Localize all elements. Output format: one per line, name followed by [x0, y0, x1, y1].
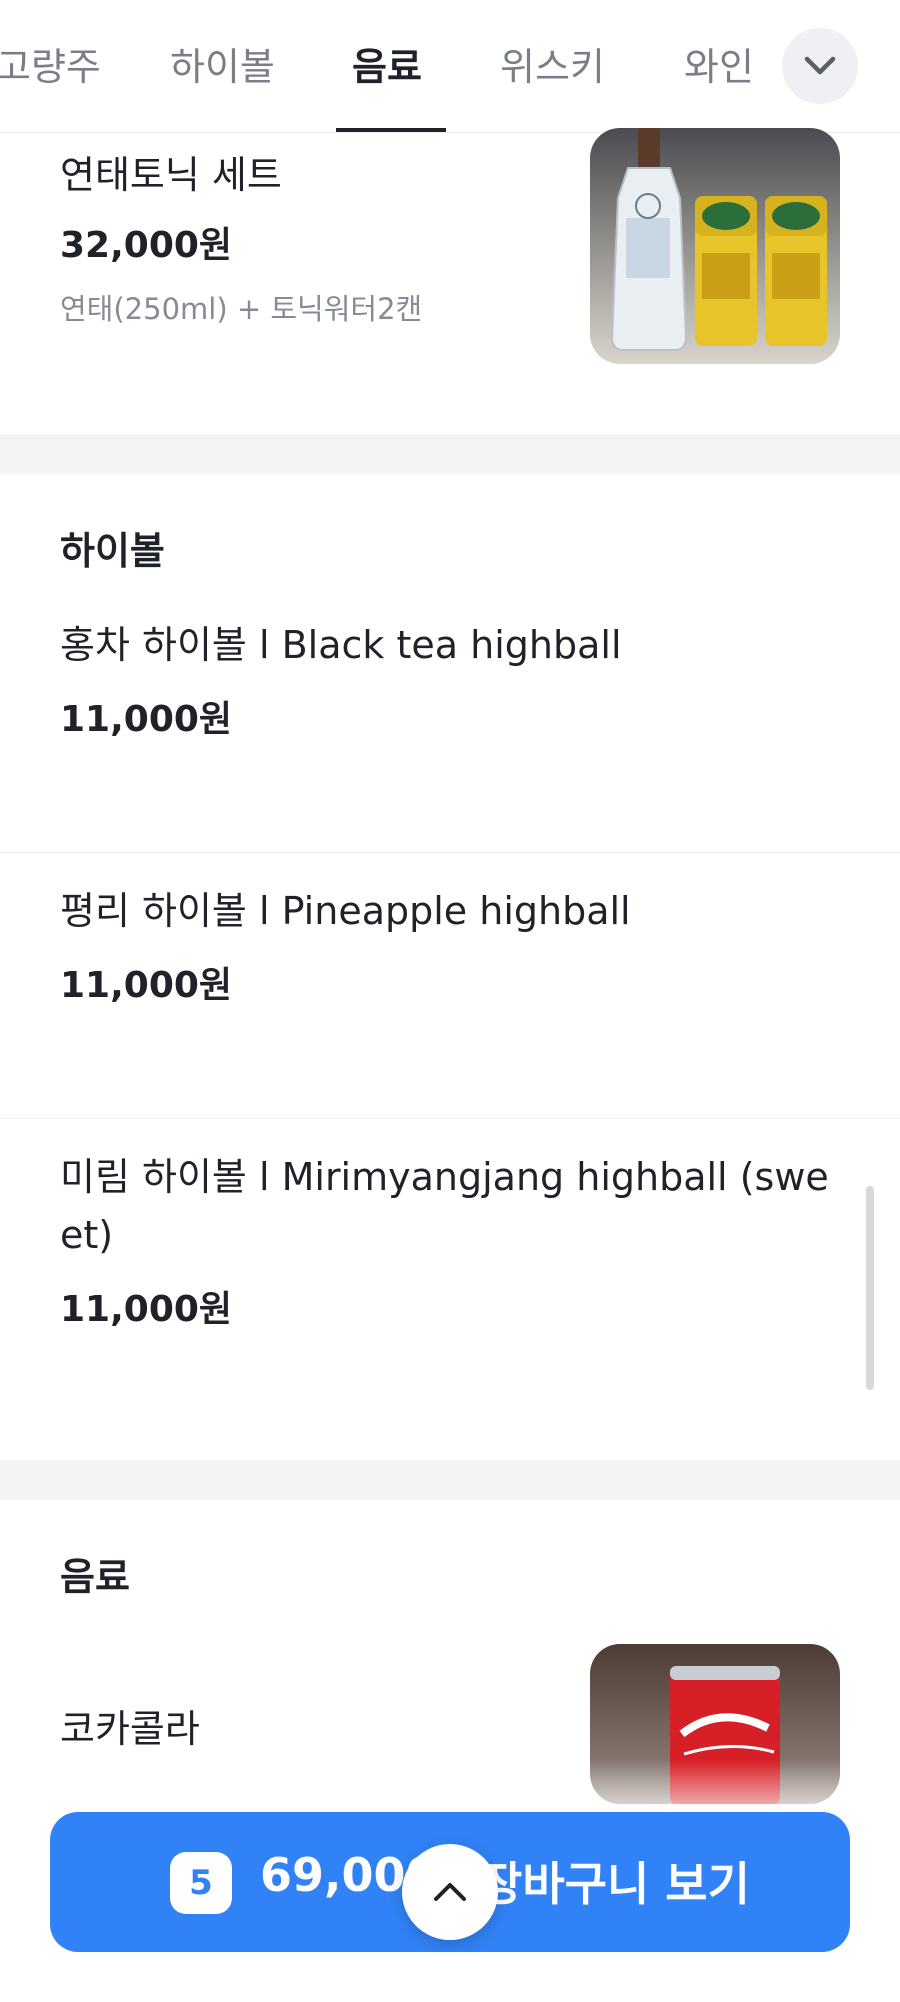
cart-count-badge: 5	[170, 1852, 232, 1914]
cart-label: 장바구니 보기	[480, 1857, 750, 1911]
section-divider	[0, 434, 900, 474]
scrollbar-thumb[interactable]	[866, 1186, 874, 1390]
row-divider	[0, 1118, 900, 1119]
row-divider	[0, 852, 900, 853]
active-tab-indicator	[336, 128, 446, 132]
item-name: 평리 하이볼 l Pineapple highball	[60, 889, 631, 933]
item-price: 11,000원	[60, 699, 233, 740]
tab-goryangju[interactable]: 고량주	[0, 36, 101, 91]
item-name: 미림 하이볼 l Mirimyangjang highball (swe et)	[60, 1155, 829, 1257]
section-title-drinks: 음료	[60, 1555, 130, 1599]
scroll-to-top-button[interactable]	[402, 1844, 498, 1940]
item-name: 홍차 하이볼 l Black tea highball	[60, 623, 622, 667]
more-categories-button[interactable]	[782, 28, 858, 104]
item-price: 11,000원	[60, 1289, 233, 1330]
category-tab-bar: 고량주 하이볼 음료 위스키 와인	[0, 0, 900, 133]
item-price: 11,000원	[60, 965, 233, 1006]
item-image	[590, 128, 840, 364]
yantai-tonic-photo	[590, 128, 840, 364]
item-name: 코카콜라	[60, 1707, 200, 1751]
tab-whisky[interactable]: 위스키	[500, 36, 605, 91]
item-name: 연태토닉 세트	[60, 153, 282, 197]
tab-drinks[interactable]: 음료	[352, 36, 422, 91]
section-divider	[0, 1460, 900, 1500]
tab-wine[interactable]: 와인	[684, 36, 754, 91]
item-price: 32,000원	[60, 225, 233, 266]
chevron-down-icon	[804, 56, 836, 75]
chevron-up-icon	[434, 1883, 466, 1901]
tab-highball[interactable]: 하이볼	[170, 36, 275, 91]
section-title-highball: 하이볼	[60, 529, 165, 573]
item-description: 연태(250ml) + 토닉워터2캔	[60, 292, 423, 326]
